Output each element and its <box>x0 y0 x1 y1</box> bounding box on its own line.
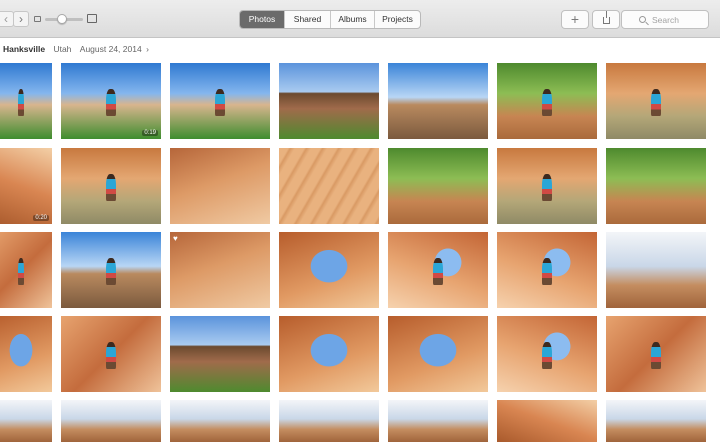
photo-thumbnail[interactable] <box>497 63 597 139</box>
photo-thumbnail[interactable] <box>170 63 270 139</box>
photo-thumbnail[interactable] <box>497 148 597 224</box>
photo-thumbnail[interactable] <box>279 400 379 442</box>
search-icon <box>639 16 646 23</box>
moment-header[interactable]: Hanksville Utah August 24, 2014 › <box>3 42 149 56</box>
photo-thumbnail[interactable] <box>279 232 379 308</box>
zoom-large-icon <box>87 14 97 23</box>
tab-shared[interactable]: Shared <box>285 11 331 28</box>
photo-thumbnail[interactable] <box>497 400 597 442</box>
photo-thumbnail[interactable]: 0:20 <box>0 148 52 224</box>
video-duration: 0:20 <box>33 215 49 221</box>
share-button[interactable] <box>592 10 620 29</box>
tab-projects[interactable]: Projects <box>375 11 420 28</box>
photo-thumbnail[interactable] <box>497 316 597 392</box>
photo-thumbnail[interactable] <box>61 400 161 442</box>
heart-icon: ♥ <box>173 234 178 243</box>
photo-thumbnail[interactable] <box>606 232 706 308</box>
search-field[interactable] <box>621 10 709 29</box>
photo-thumbnail[interactable] <box>388 400 488 442</box>
back-icon[interactable]: ‹ <box>0 11 14 27</box>
add-button[interactable]: + <box>561 10 589 29</box>
photo-thumbnail[interactable] <box>0 232 52 308</box>
photo-thumbnail[interactable] <box>279 63 379 139</box>
photo-thumbnail[interactable] <box>606 316 706 392</box>
add-icon: + <box>570 11 580 27</box>
photo-thumbnail[interactable] <box>170 400 270 442</box>
moment-title: Hanksville <box>3 44 46 54</box>
photo-thumbnail[interactable] <box>0 400 52 442</box>
photo-thumbnail[interactable]: ♥ <box>0 316 52 392</box>
zoom-slider[interactable] <box>45 14 83 24</box>
tab-photos[interactable]: Photos <box>240 11 285 28</box>
photo-thumbnail[interactable] <box>388 232 488 308</box>
photo-thumbnail[interactable] <box>170 148 270 224</box>
photo-thumbnail[interactable] <box>279 316 379 392</box>
photo-thumbnail[interactable] <box>61 316 161 392</box>
photo-thumbnail[interactable]: ♥ <box>170 232 270 308</box>
view-tabs: Photos Shared Albums Projects <box>239 10 421 29</box>
zoom-slider-knob[interactable] <box>57 14 68 24</box>
moment-date: August 24, 2014 <box>79 44 142 54</box>
forward-icon[interactable]: › <box>13 11 29 27</box>
photo-thumbnail[interactable] <box>279 148 379 224</box>
photo-thumbnail[interactable] <box>170 316 270 392</box>
photo-thumbnail[interactable] <box>388 148 488 224</box>
moment-location: Utah <box>53 44 72 54</box>
photo-thumbnail[interactable] <box>0 63 52 139</box>
photo-thumbnail[interactable] <box>497 232 597 308</box>
video-duration: 0:19 <box>142 130 158 136</box>
photo-thumbnail[interactable] <box>61 148 161 224</box>
share-icon <box>602 11 610 24</box>
tab-albums[interactable]: Albums <box>331 11 375 28</box>
toolbar: ‹ › Photos Shared Albums Projects + <box>0 0 720 38</box>
photo-thumbnail[interactable] <box>606 63 706 139</box>
photo-thumbnail[interactable] <box>388 63 488 139</box>
zoom-small-icon <box>34 16 41 22</box>
photo-thumbnail[interactable] <box>61 232 161 308</box>
photo-thumbnail[interactable]: 0:19 <box>61 63 161 139</box>
photo-thumbnail[interactable] <box>606 400 706 442</box>
chevron-right-icon: › <box>146 44 149 54</box>
search-input[interactable] <box>652 13 706 27</box>
photo-thumbnail[interactable] <box>388 316 488 392</box>
photo-thumbnail[interactable] <box>606 148 706 224</box>
